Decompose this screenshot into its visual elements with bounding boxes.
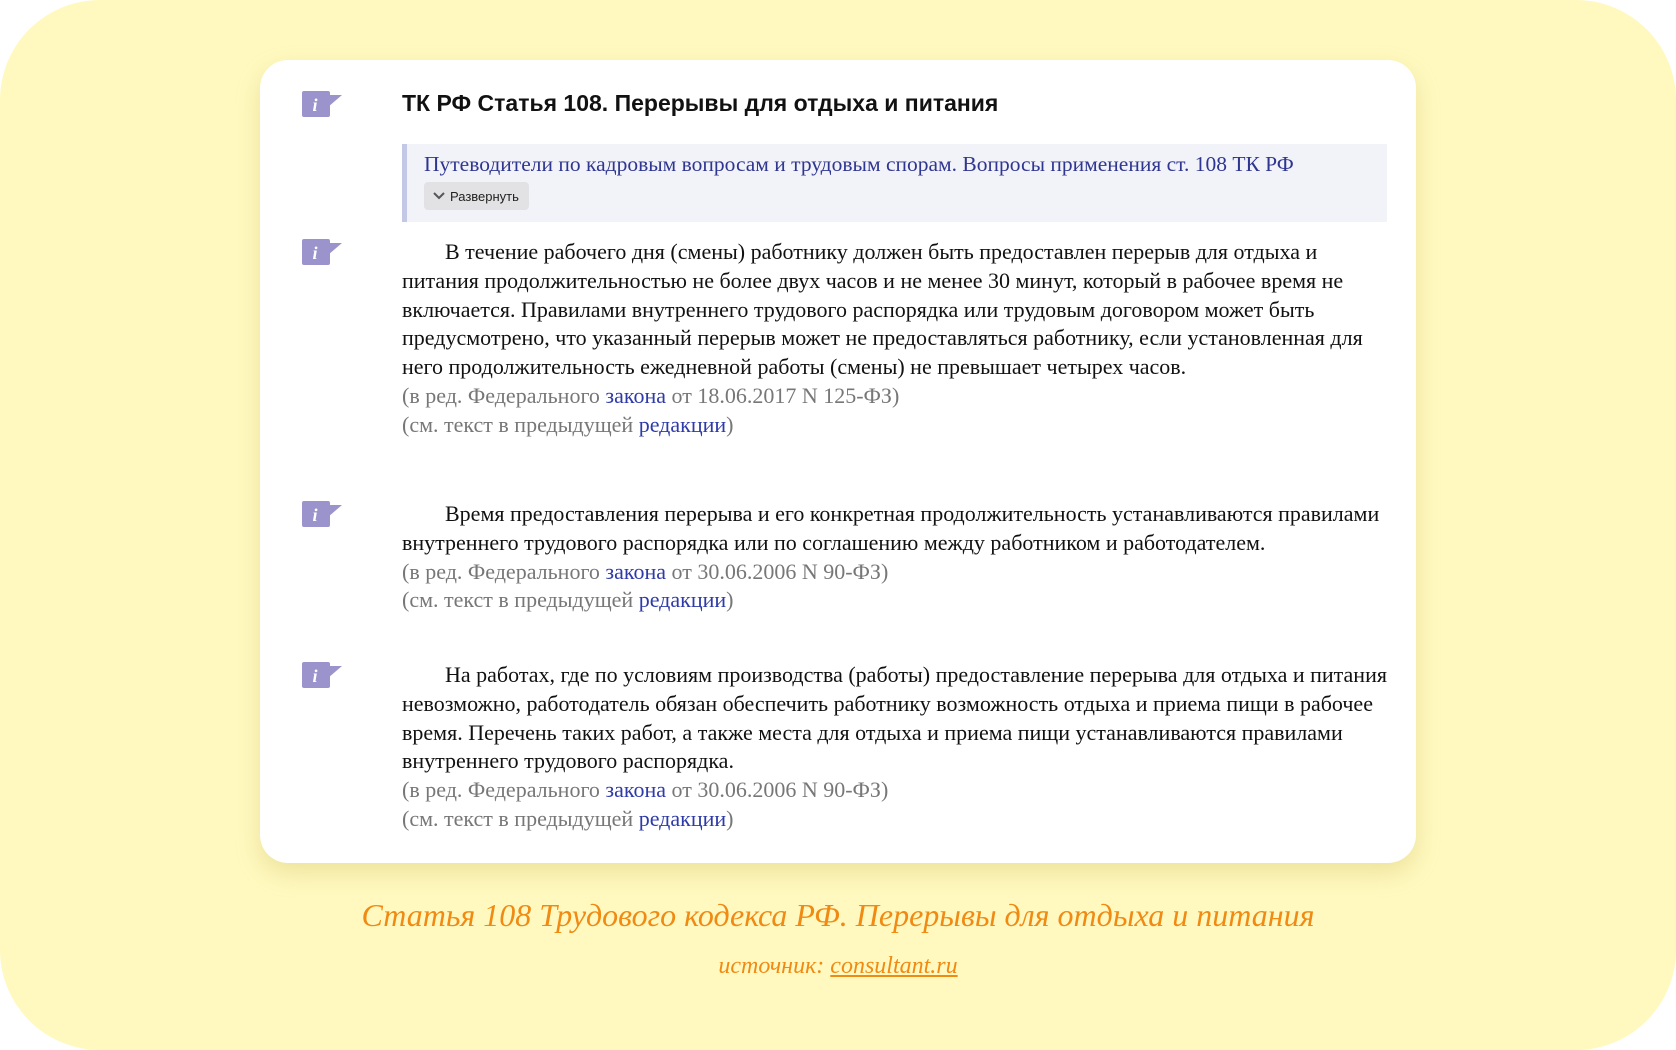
- previous-edition-note: (см. текст в предыдущей редакции): [402, 587, 734, 613]
- page-background: i ТК РФ Статья 108. Перерывы для отдыха …: [0, 0, 1676, 1050]
- svg-text:i: i: [312, 505, 317, 525]
- paragraph-text: Время предоставления перерыва и его конк…: [402, 501, 1380, 555]
- edit-note: (в ред. Федерального закона от 30.06.200…: [402, 558, 889, 584]
- law-link[interactable]: закона: [605, 559, 666, 584]
- paragraph-text: В течение рабочего дня (смены) работнику…: [402, 239, 1363, 380]
- law-link[interactable]: закона: [605, 777, 666, 802]
- law-link[interactable]: закона: [605, 383, 666, 408]
- article-title: ТК РФ Статья 108. Перерывы для отдыха и …: [402, 90, 999, 116]
- edit-note: (в ред. Федерального закона от 18.06.201…: [402, 382, 900, 408]
- edit-note: (в ред. Федерального закона от 30.06.200…: [402, 777, 889, 803]
- info-icon[interactable]: i: [302, 89, 342, 119]
- chevron-down-icon: [432, 191, 446, 201]
- edition-link[interactable]: редакции: [639, 587, 726, 612]
- expand-label: Развернуть: [450, 188, 519, 204]
- svg-text:i: i: [312, 95, 317, 115]
- edition-link[interactable]: редакции: [639, 806, 726, 831]
- previous-edition-note: (см. текст в предыдущей редакции): [402, 411, 734, 437]
- info-icon[interactable]: i: [302, 499, 342, 529]
- source-link[interactable]: consultant.ru: [830, 953, 957, 979]
- expand-button[interactable]: Развернуть: [424, 182, 529, 210]
- svg-text:i: i: [312, 666, 317, 686]
- paragraph-2: Время предоставления перерыва и его конк…: [402, 500, 1392, 615]
- source-label: источник:: [718, 953, 831, 979]
- guide-box: Путеводители по кадровым вопросам и труд…: [402, 144, 1387, 222]
- info-icon[interactable]: i: [302, 237, 342, 267]
- source-line: источник: consultant.ru: [0, 953, 1676, 980]
- edition-link[interactable]: редакции: [639, 412, 726, 437]
- svg-text:i: i: [312, 243, 317, 263]
- paragraph-text: На работах, где по условиям производства…: [402, 662, 1387, 774]
- guide-link[interactable]: Путеводители по кадровым вопросам и труд…: [424, 152, 1294, 177]
- info-icon[interactable]: i: [302, 660, 342, 690]
- paragraph-1: В течение рабочего дня (смены) работнику…: [402, 238, 1392, 440]
- article-card: i ТК РФ Статья 108. Перерывы для отдыха …: [260, 60, 1416, 863]
- previous-edition-note: (см. текст в предыдущей редакции): [402, 805, 734, 831]
- figure-caption: Статья 108 Трудового кодекса РФ. Перерыв…: [361, 897, 1315, 933]
- paragraph-3: На работах, где по условиям производства…: [402, 661, 1392, 834]
